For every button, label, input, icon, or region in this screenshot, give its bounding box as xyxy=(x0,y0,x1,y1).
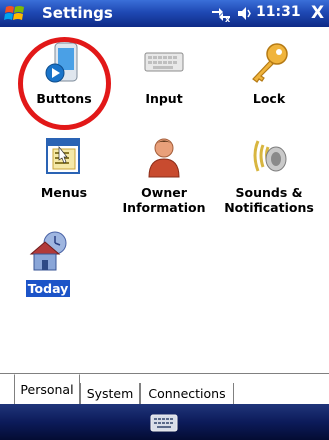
owner-information-label: Owner Information xyxy=(122,185,206,215)
tab-personal[interactable]: Personal xyxy=(14,374,80,406)
lock-item[interactable]: Lock xyxy=(215,41,323,106)
input-label: Input xyxy=(145,91,183,106)
sounds-notifications-item[interactable]: Sounds & Notifications xyxy=(215,135,323,215)
title-bar: Settings x 11:31 X xyxy=(0,0,329,27)
keyboard-input-icon xyxy=(144,52,184,72)
connectivity-icon[interactable]: x xyxy=(210,6,232,22)
keyboard-icon[interactable] xyxy=(150,414,178,432)
input-item[interactable]: Input xyxy=(110,41,218,106)
window-title: Settings xyxy=(42,4,113,22)
softkey-bar xyxy=(0,404,329,440)
today-label: Today xyxy=(25,280,71,297)
sounds-icon xyxy=(253,140,287,172)
owner-icon xyxy=(148,138,180,178)
tab-system[interactable]: System xyxy=(80,383,140,405)
sounds-notifications-label: Sounds & Notifications xyxy=(224,185,314,215)
today-item[interactable]: Today xyxy=(0,230,96,297)
menus-label: Menus xyxy=(40,185,88,200)
owner-information-item[interactable]: Owner Information xyxy=(110,135,218,215)
settings-panel: Buttons Input Lock Menus Owner Informati… xyxy=(0,27,329,373)
highlight-circle-annotation xyxy=(18,37,111,130)
tab-bar: Personal System Connections xyxy=(0,373,329,406)
svg-text:x: x xyxy=(225,15,231,22)
clock[interactable]: 11:31 xyxy=(256,4,301,20)
menus-icon xyxy=(46,138,80,174)
today-icon xyxy=(29,231,67,271)
close-button[interactable]: X xyxy=(306,0,329,27)
tab-connections[interactable]: Connections xyxy=(140,383,234,405)
volume-icon[interactable] xyxy=(237,5,253,22)
key-lock-icon xyxy=(252,43,288,83)
lock-label: Lock xyxy=(252,91,286,106)
menus-item[interactable]: Menus xyxy=(10,135,118,200)
windows-start-icon[interactable] xyxy=(4,3,26,24)
